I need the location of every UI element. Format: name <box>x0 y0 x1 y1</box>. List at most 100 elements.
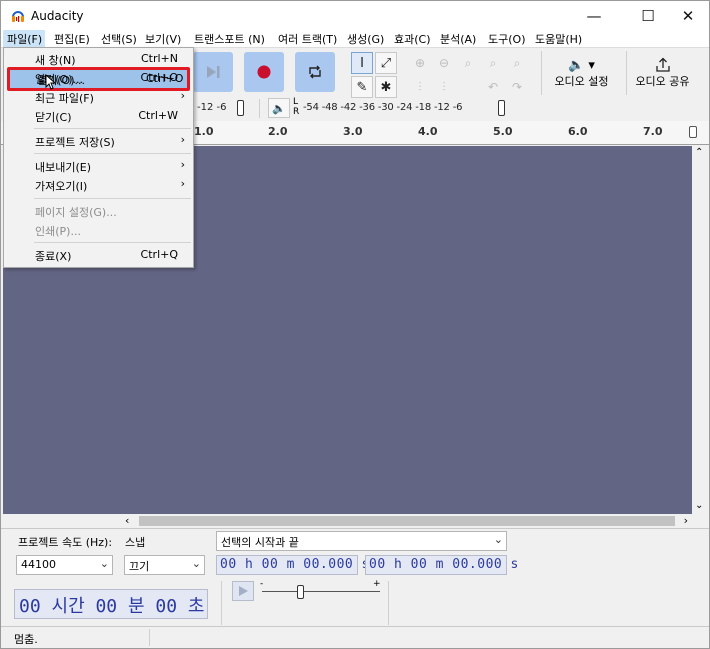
multi-tool-button[interactable]: ✱ <box>375 76 397 98</box>
pencil-icon: ✎ <box>356 79 368 95</box>
play-icon <box>239 586 248 596</box>
menu-tracks[interactable]: 여러 트랙(T) <box>278 31 337 47</box>
menu-item-export[interactable]: 내보내기(E) › <box>7 157 192 175</box>
audacity-logo-icon <box>12 11 24 22</box>
undo-button[interactable]: ↶ <box>482 76 504 98</box>
silence-button[interactable]: ⫶ <box>433 76 455 98</box>
zoom-out-button[interactable]: ⊖ <box>433 52 455 74</box>
play-meter-button[interactable]: 🔈 <box>268 98 290 118</box>
menu-item-print[interactable]: 인쇄(P)... <box>7 221 192 239</box>
zoom-in-icon: ⊕ <box>414 56 426 70</box>
menu-item-label: 내보내기(E) <box>35 161 92 174</box>
record-button[interactable] <box>244 52 284 92</box>
title-bar: Audacity — ☐ ✕ <box>1 1 709 30</box>
fit-selection-button[interactable]: ⌕ <box>457 52 479 74</box>
channel-l-label: L <box>293 97 299 107</box>
time-display[interactable]: 00 시간 00 분 00 초 <box>14 589 208 619</box>
play-meter-scale: -54 -48 -42 -36 -30 -24 -18 -12 -6 <box>303 102 463 113</box>
project-rate-select[interactable]: 44100 ⌄ <box>16 555 113 575</box>
menu-item-label: 프로젝트 저장(S) <box>35 136 115 149</box>
skip-end-icon <box>207 66 220 78</box>
play-meter-slider[interactable] <box>498 100 505 116</box>
silence-icon: ⫶ <box>442 79 446 94</box>
submenu-arrow-icon: › <box>180 158 185 171</box>
menu-item-shortcut: Ctrl+O <box>146 72 184 85</box>
menu-edit[interactable]: 편집(E) <box>54 31 90 47</box>
open-item-overlay-shortcut: Ctrl+O <box>146 72 183 85</box>
menu-effect[interactable]: 효과(C) <box>394 31 431 47</box>
record-meter-slider[interactable] <box>237 100 244 116</box>
selection-end-value: 00 h 00 m 00.000 s <box>369 557 519 572</box>
snap-select[interactable]: 끄기 ⌄ <box>124 555 205 575</box>
menu-transport[interactable]: 트랜스포트 (N) <box>194 31 265 47</box>
loop-button[interactable] <box>295 52 335 92</box>
menu-separator <box>34 198 191 199</box>
menu-item-save-project[interactable]: 프로젝트 저장(S) › <box>7 132 192 150</box>
scroll-left-icon[interactable]: ‹ <box>125 514 129 527</box>
redo-button[interactable]: ↷ <box>506 76 528 98</box>
chevron-down-icon: ⌄ <box>99 557 109 570</box>
scroll-thumb[interactable] <box>139 516 675 526</box>
audio-setup-button[interactable]: 🔈 ▾ 오디오 설정 <box>541 51 621 95</box>
channel-r-label: R <box>293 107 300 117</box>
horizontal-scrollbar[interactable]: ‹ › <box>119 514 692 528</box>
record-meter-scale: -12 -6 <box>197 102 227 113</box>
submenu-arrow-icon: › <box>180 177 185 190</box>
envelope-tool-button[interactable]: ⤢ <box>375 52 397 74</box>
menu-view[interactable]: 보기(V) <box>145 31 181 47</box>
scroll-up-icon[interactable]: ⌃ <box>695 147 703 158</box>
menu-item-page-setup[interactable]: 페이지 설정(G)... <box>7 202 192 220</box>
status-text: 멈춤. <box>14 633 38 646</box>
menu-separator <box>34 242 191 243</box>
close-button[interactable]: ✕ <box>665 1 709 30</box>
speaker-icon: 🔈 ▾ <box>568 57 595 73</box>
ruler-handle[interactable] <box>689 126 697 138</box>
submenu-arrow-icon: › <box>180 133 185 146</box>
menu-item-label: 최근 파일(F) <box>35 92 94 105</box>
audacity-window: Audacity — ☐ ✕ 파일(F) 편집(E) 선택(S) 보기(V) 트… <box>0 0 710 649</box>
menu-analyze[interactable]: 분석(A) <box>440 31 476 47</box>
audio-share-button[interactable]: 오디오 공유 <box>626 51 698 95</box>
selection-mode-select[interactable]: 선택의 시작과 끝 ⌄ <box>216 531 507 551</box>
asterisk-icon: ✱ <box>380 79 392 95</box>
scroll-down-icon[interactable]: ⌄ <box>695 500 703 511</box>
play-at-speed-button[interactable] <box>232 581 254 601</box>
bottom-separator <box>388 581 389 625</box>
selection-tool-button[interactable]: I <box>351 52 373 74</box>
fit-project-button[interactable]: ⌕ <box>482 52 504 74</box>
selection-end-time[interactable]: 00 h 00 m 00.000 s <box>365 555 518 575</box>
draw-tool-button[interactable]: ✎ <box>351 76 373 98</box>
menu-tools[interactable]: 도구(O) <box>488 31 525 47</box>
chevron-down-icon: ⌄ <box>191 557 201 570</box>
trim-button[interactable]: ⫶ <box>409 76 431 98</box>
ruler-tick: 7.0 <box>643 125 663 138</box>
menu-item-exit[interactable]: 종료(X) Ctrl+Q <box>7 246 192 264</box>
audio-setup-label: 오디오 설정 <box>554 74 609 88</box>
speed-slider-thumb[interactable] <box>297 585 304 599</box>
menu-help[interactable]: 도움말(H) <box>535 31 582 47</box>
menu-item-close[interactable]: 닫기(C) Ctrl+W <box>7 107 192 125</box>
zoom-toggle-button[interactable]: ⌕ <box>506 52 528 74</box>
zoom-toggle-icon: ⌕ <box>513 55 521 70</box>
loop-icon <box>309 65 321 79</box>
scroll-right-icon[interactable]: › <box>684 514 688 527</box>
menu-file[interactable]: 파일(F) <box>7 31 42 47</box>
menu-generate[interactable]: 생성(G) <box>347 31 384 47</box>
menu-item-import[interactable]: 가져오기(I) › <box>7 176 192 194</box>
zoom-out-icon: ⊖ <box>438 56 450 70</box>
menu-select[interactable]: 선택(S) <box>101 31 137 47</box>
menu-item-new-window[interactable]: 새 창(N) Ctrl+N <box>7 50 192 68</box>
ruler-tick: 5.0 <box>493 125 513 138</box>
menu-item-shortcut: Ctrl+Q <box>140 248 178 261</box>
ruler-tick: 1.0 <box>194 125 214 138</box>
status-bar: 멈춤. <box>1 626 709 648</box>
minimize-button[interactable]: — <box>571 1 617 30</box>
selection-start-time[interactable]: 00 h 00 m 00.000 s <box>216 555 369 575</box>
skip-end-button[interactable] <box>193 52 233 92</box>
speed-slider-track[interactable] <box>262 591 380 592</box>
record-icon <box>257 65 271 79</box>
zoom-in-button[interactable]: ⊕ <box>409 52 431 74</box>
i-beam-icon: I <box>360 55 364 71</box>
vertical-scrollbar[interactable]: ⌃ ⌄ <box>692 145 708 514</box>
selection-mode-value: 선택의 시작과 끝 <box>221 536 299 549</box>
